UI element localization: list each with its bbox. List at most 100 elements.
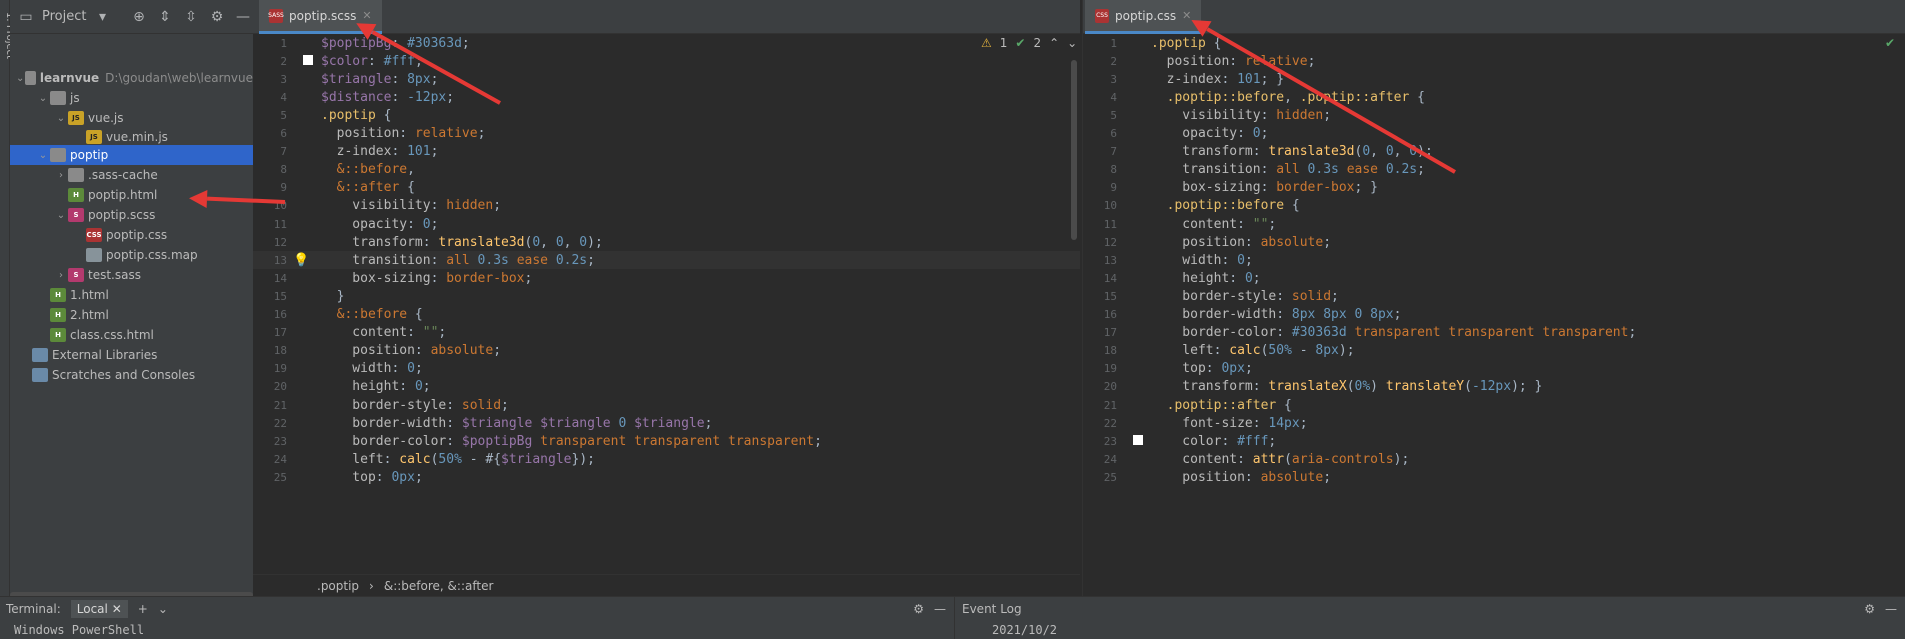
tree-item[interactable]: ⌄ js [10, 88, 253, 108]
code-line[interactable]: 25 position: absolute; [1083, 468, 1905, 486]
gear-icon[interactable]: ⚙ [913, 602, 924, 616]
code-line[interactable]: 3 z-index: 101; } [1083, 70, 1905, 88]
gear-icon[interactable]: ⚙ [207, 7, 227, 27]
code-line[interactable]: 21 border-style: solid; [253, 396, 1080, 414]
chevron-down-icon[interactable]: ⌄ [36, 93, 50, 104]
code-line[interactable]: 2 $color: #fff; [253, 52, 1080, 70]
tree-item[interactable]: External Libraries [10, 345, 253, 365]
chevron-down-icon[interactable]: ⌄ [54, 210, 68, 221]
tree-item[interactable]: H 2.html [10, 305, 253, 325]
code-line[interactable]: 6 opacity: 0; [1083, 125, 1905, 143]
code-line[interactable]: 23 border-color: $poptipBg transparent t… [253, 432, 1080, 450]
code-line[interactable]: 5 .poptip { [253, 106, 1080, 124]
tree-item[interactable]: ⌄ learnvue D:\goudan\web\learnvue [10, 68, 253, 88]
lightbulb-icon[interactable]: 💡 [293, 253, 309, 268]
code-line[interactable]: 2 position: relative; [1083, 52, 1905, 70]
code-token: ; [422, 379, 431, 395]
code-line[interactable]: 17 content: ""; [253, 324, 1080, 342]
code-line[interactable]: 15 border-style: solid; [1083, 287, 1905, 305]
code-line[interactable]: 19 width: 0; [253, 360, 1080, 378]
project-view-selector[interactable]: Project [42, 9, 86, 24]
code-line[interactable]: 11 opacity: 0; [253, 215, 1080, 233]
code-line[interactable]: 8 transition: all 0.3s ease 0.2s; [1083, 161, 1905, 179]
tree-item[interactable]: › .sass-cache [10, 165, 253, 185]
code-line[interactable]: 9 box-sizing: border-box; } [1083, 179, 1905, 197]
code-line[interactable]: 7 transform: translate3d(0, 0, 0); [1083, 143, 1905, 161]
code-line[interactable]: 10 .poptip::before { [1083, 197, 1905, 215]
breadcrumb-item[interactable]: .poptip [317, 579, 359, 593]
code-line[interactable]: 10 visibility: hidden; [253, 197, 1080, 215]
code-line[interactable]: 3 $triangle: 8px; [253, 70, 1080, 88]
code-line[interactable]: 4 $distance: -12px; [253, 88, 1080, 106]
tree-item[interactable]: poptip.css.map [10, 245, 253, 265]
locate-icon[interactable]: ⊕ [129, 7, 149, 27]
code-line[interactable]: 12 transform: translate3d(0, 0, 0); [253, 233, 1080, 251]
chevron-down-icon[interactable]: ⌄ [158, 602, 168, 616]
chevron-right-icon[interactable]: › [54, 170, 68, 181]
minimize-icon[interactable]: — [233, 7, 253, 27]
code-line[interactable]: 14 box-sizing: border-box; [253, 269, 1080, 287]
tree-item[interactable]: ⌄ Spoptip.scss [10, 205, 253, 225]
code-line[interactable]: 21 .poptip::after { [1083, 396, 1905, 414]
code-line[interactable]: 11 content: ""; [1083, 215, 1905, 233]
code-line[interactable]: 5 visibility: hidden; [1083, 106, 1905, 124]
code-line[interactable]: 18 position: absolute; [253, 342, 1080, 360]
tab-poptip-css[interactable]: CSS poptip.css ✕ [1085, 0, 1202, 34]
close-icon[interactable]: ✕ [112, 602, 122, 616]
breadcrumb-item[interactable]: &::before, &::after [384, 579, 494, 593]
minimize-icon[interactable]: — [934, 602, 946, 616]
tree-item[interactable]: JS vue.min.js [10, 127, 253, 147]
code-line[interactable]: 14 height: 0; [1083, 269, 1905, 287]
chevron-down-icon[interactable]: ▾ [92, 7, 112, 27]
code-line[interactable]: 8 &::before, [253, 161, 1080, 179]
chevron-down-icon[interactable]: ⌄ [54, 113, 68, 124]
gear-icon[interactable]: ⚙ [1864, 602, 1875, 616]
code-line[interactable]: 23 color: #fff; [1083, 432, 1905, 450]
code-line[interactable]: 20 transform: translateX(0%) translateY(… [1083, 378, 1905, 396]
tree-item[interactable]: › Stest.sass [10, 265, 253, 285]
code-line[interactable]: 16 border-width: 8px 8px 0 8px; [1083, 306, 1905, 324]
tab-local[interactable]: Local ✕ [70, 600, 128, 618]
code-token: : [1221, 252, 1238, 268]
tree-item[interactable]: Scratches and Consoles [10, 365, 253, 385]
expand-all-icon[interactable]: ⇕ [155, 7, 175, 27]
chevron-down-icon[interactable]: ⌄ [15, 73, 25, 84]
code-token: z-index [1151, 71, 1222, 87]
minimize-icon[interactable]: — [1885, 602, 1897, 616]
code-line[interactable]: 12 position: absolute; [1083, 233, 1905, 251]
code-line[interactable]: 24 left: calc(50% - #{$triangle}); [253, 450, 1080, 468]
code-line[interactable]: 17 border-color: #30363d transparent tra… [1083, 324, 1905, 342]
code-line[interactable]: 22 border-width: $triangle $triangle 0 $… [253, 414, 1080, 432]
chevron-down-icon[interactable]: ⌄ [36, 150, 50, 161]
project-view-icon: ▭ [19, 8, 33, 25]
chevron-right-icon[interactable]: › [54, 270, 68, 281]
code-line[interactable]: 24 content: attr(aria-controls); [1083, 450, 1905, 468]
plus-icon[interactable]: + [138, 602, 148, 616]
terminal-output[interactable]: Windows PowerShell [0, 623, 954, 637]
tree-item[interactable]: H 1.html [10, 285, 253, 305]
line-number: 3 [1110, 72, 1117, 86]
code-line[interactable]: 15 } [253, 287, 1080, 305]
collapse-all-icon[interactable]: ⇳ [181, 7, 201, 27]
code-line[interactable]: 1 .poptip { [1083, 34, 1905, 52]
code-line[interactable]: 25 top: 0px; [253, 468, 1080, 486]
tree-item[interactable]: CSS poptip.css [10, 225, 253, 245]
tree-item[interactable]: ⌄ JS vue.js [10, 108, 253, 128]
code-line[interactable]: 6 position: relative; [253, 125, 1080, 143]
code-line[interactable]: 18 left: calc(50% - 8px); [1083, 342, 1905, 360]
tree-item[interactable]: ⌄ poptip [10, 145, 253, 165]
code-line[interactable]: 9 &::after { [253, 179, 1080, 197]
code-line[interactable]: 22 font-size: 14px; [1083, 414, 1905, 432]
code-line[interactable]: 16 &::before { [253, 306, 1080, 324]
tree-item[interactable]: Hpoptip.html [10, 185, 253, 205]
code-line[interactable]: 20 height: 0; [253, 378, 1080, 396]
code-token: , [407, 162, 415, 178]
code-token: solid [461, 397, 502, 413]
code-line[interactable]: 13 width: 0; [1083, 251, 1905, 269]
vertical-scrollbar[interactable] [1071, 60, 1077, 240]
code-line[interactable]: 19 top: 0px; [1083, 360, 1905, 378]
code-line[interactable]: 7 z-index: 101; [253, 143, 1080, 161]
code-line[interactable]: 4 .poptip::before, .poptip::after { [1083, 88, 1905, 106]
code-line[interactable]: 13 💡 transition: all 0.3s ease 0.2s; [253, 251, 1080, 270]
tree-item[interactable]: Hclass.css.html [10, 325, 253, 345]
